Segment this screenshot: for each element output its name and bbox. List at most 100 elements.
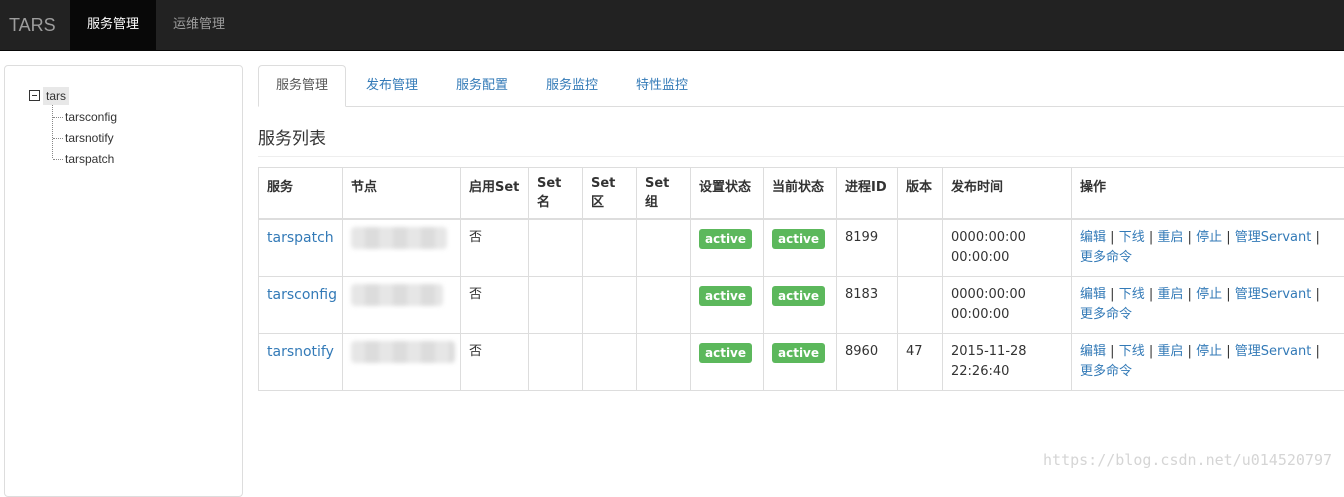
- manage-servant-link[interactable]: 管理Servant: [1235, 287, 1312, 302]
- tree-connector: [52, 105, 53, 158]
- tree-connector: [53, 117, 63, 118]
- set-area-cell: [583, 277, 637, 334]
- patch-clock: 22:26:40: [951, 364, 1009, 379]
- service-link[interactable]: tarsconfig: [267, 287, 337, 303]
- service-list-table: 服务 节点 启用Set Set名 Set区 Set组 设置状态 当前状态 进程I…: [258, 167, 1344, 391]
- offline-link[interactable]: 下线: [1119, 287, 1145, 302]
- pid-cell: 8183: [837, 277, 898, 334]
- tree-collapse-icon[interactable]: [29, 90, 40, 101]
- separator: |: [1188, 287, 1192, 302]
- tab-service-config[interactable]: 服务配置: [438, 66, 526, 106]
- patch-time-cell: 2015-11-28 22:26:40: [943, 334, 1072, 391]
- offline-link[interactable]: 下线: [1119, 230, 1145, 245]
- tree-connector: [53, 138, 63, 139]
- col-header: 当前状态: [764, 168, 837, 220]
- edit-link[interactable]: 编辑: [1080, 344, 1106, 359]
- col-header: 进程ID: [837, 168, 898, 220]
- set-name-cell: [529, 334, 583, 391]
- service-link[interactable]: tarsnotify: [267, 344, 334, 360]
- separator: |: [1149, 287, 1153, 302]
- separator: |: [1226, 344, 1230, 359]
- col-header: 节点: [343, 168, 461, 220]
- service-tree-panel: [4, 65, 243, 497]
- version-cell: [898, 277, 943, 334]
- more-commands-link[interactable]: 更多命令: [1080, 307, 1132, 322]
- col-header: 服务: [259, 168, 343, 220]
- pid-cell: 8199: [837, 219, 898, 277]
- ops-cell: 编辑 | 下线 | 重启 | 停止 | 管理Servant | 更多命令: [1072, 219, 1344, 277]
- setting-state-badge: active: [699, 229, 752, 249]
- ops-cell: 编辑 | 下线 | 重启 | 停止 | 管理Servant | 更多命令: [1072, 334, 1344, 391]
- service-link[interactable]: tarspatch: [267, 230, 334, 246]
- redacted-node: [351, 284, 443, 306]
- table-row: tarsnotify 否 active active 8960 47 2015-…: [259, 334, 1344, 391]
- offline-link[interactable]: 下线: [1119, 344, 1145, 359]
- separator: |: [1110, 287, 1114, 302]
- separator: |: [1315, 230, 1319, 245]
- setting-state-badge: active: [699, 343, 752, 363]
- set-name-cell: [529, 277, 583, 334]
- separator: |: [1315, 344, 1319, 359]
- separator: |: [1188, 344, 1192, 359]
- patch-time-cell: 0000:00:00 00:00:00: [943, 277, 1072, 334]
- patch-date: 2015-11-28: [951, 344, 1027, 359]
- pid-cell: 8960: [837, 334, 898, 391]
- more-commands-link[interactable]: 更多命令: [1080, 364, 1132, 379]
- tab-service-monitor[interactable]: 服务监控: [528, 66, 616, 106]
- patch-clock: 00:00:00: [951, 307, 1009, 322]
- col-header: 版本: [898, 168, 943, 220]
- manage-servant-link[interactable]: 管理Servant: [1235, 344, 1312, 359]
- tree-node-tarsnotify[interactable]: tarsnotify: [65, 129, 114, 147]
- stop-link[interactable]: 停止: [1196, 344, 1222, 359]
- stop-link[interactable]: 停止: [1196, 287, 1222, 302]
- separator: |: [1188, 230, 1192, 245]
- section-title: 服务列表: [258, 124, 326, 149]
- patch-date: 0000:00:00: [951, 230, 1026, 245]
- edit-link[interactable]: 编辑: [1080, 287, 1106, 302]
- stop-link[interactable]: 停止: [1196, 230, 1222, 245]
- ops-cell: 编辑 | 下线 | 重启 | 停止 | 管理Servant | 更多命令: [1072, 277, 1344, 334]
- patch-date: 0000:00:00: [951, 287, 1026, 302]
- tab-release-management[interactable]: 发布管理: [348, 66, 436, 106]
- col-header: 发布时间: [943, 168, 1072, 220]
- restart-link[interactable]: 重启: [1157, 230, 1183, 245]
- manage-servant-link[interactable]: 管理Servant: [1235, 230, 1312, 245]
- separator: |: [1226, 287, 1230, 302]
- more-commands-link[interactable]: 更多命令: [1080, 250, 1132, 265]
- separator: |: [1226, 230, 1230, 245]
- setting-state-badge: active: [699, 286, 752, 306]
- separator: |: [1149, 344, 1153, 359]
- tab-feature-monitor[interactable]: 特性监控: [618, 66, 706, 106]
- section-divider: [258, 156, 1344, 157]
- tab-service-management[interactable]: 服务管理: [258, 65, 346, 107]
- set-enabled-cell: 否: [461, 277, 529, 334]
- redacted-node: [351, 227, 447, 249]
- tree-node-tarspatch[interactable]: tarspatch: [65, 150, 114, 168]
- table-header-row: 服务 节点 启用Set Set名 Set区 Set组 设置状态 当前状态 进程I…: [259, 168, 1344, 220]
- present-state-badge: active: [772, 286, 825, 306]
- col-header: 设置状态: [691, 168, 764, 220]
- set-enabled-cell: 否: [461, 334, 529, 391]
- nav-ops-management[interactable]: 运维管理: [156, 0, 242, 50]
- present-state-badge: active: [772, 229, 825, 249]
- set-group-cell: [637, 219, 691, 277]
- separator: |: [1110, 230, 1114, 245]
- top-navbar: TARS 服务管理 运维管理: [0, 0, 1344, 51]
- separator: |: [1149, 230, 1153, 245]
- col-header: Set区: [583, 168, 637, 220]
- col-header: Set组: [637, 168, 691, 220]
- brand-logo[interactable]: TARS: [9, 0, 56, 50]
- redacted-node: [351, 341, 455, 363]
- patch-time-cell: 0000:00:0000:00:00: [943, 219, 1072, 277]
- restart-link[interactable]: 重启: [1157, 344, 1183, 359]
- separator: |: [1315, 287, 1319, 302]
- set-area-cell: [583, 334, 637, 391]
- set-area-cell: [583, 219, 637, 277]
- tree-node-tarsconfig[interactable]: tarsconfig: [65, 108, 117, 126]
- restart-link[interactable]: 重启: [1157, 287, 1183, 302]
- set-name-cell: [529, 219, 583, 277]
- present-state-badge: active: [772, 343, 825, 363]
- edit-link[interactable]: 编辑: [1080, 230, 1106, 245]
- nav-service-management[interactable]: 服务管理: [70, 0, 156, 50]
- tree-root-node[interactable]: tars: [43, 87, 69, 105]
